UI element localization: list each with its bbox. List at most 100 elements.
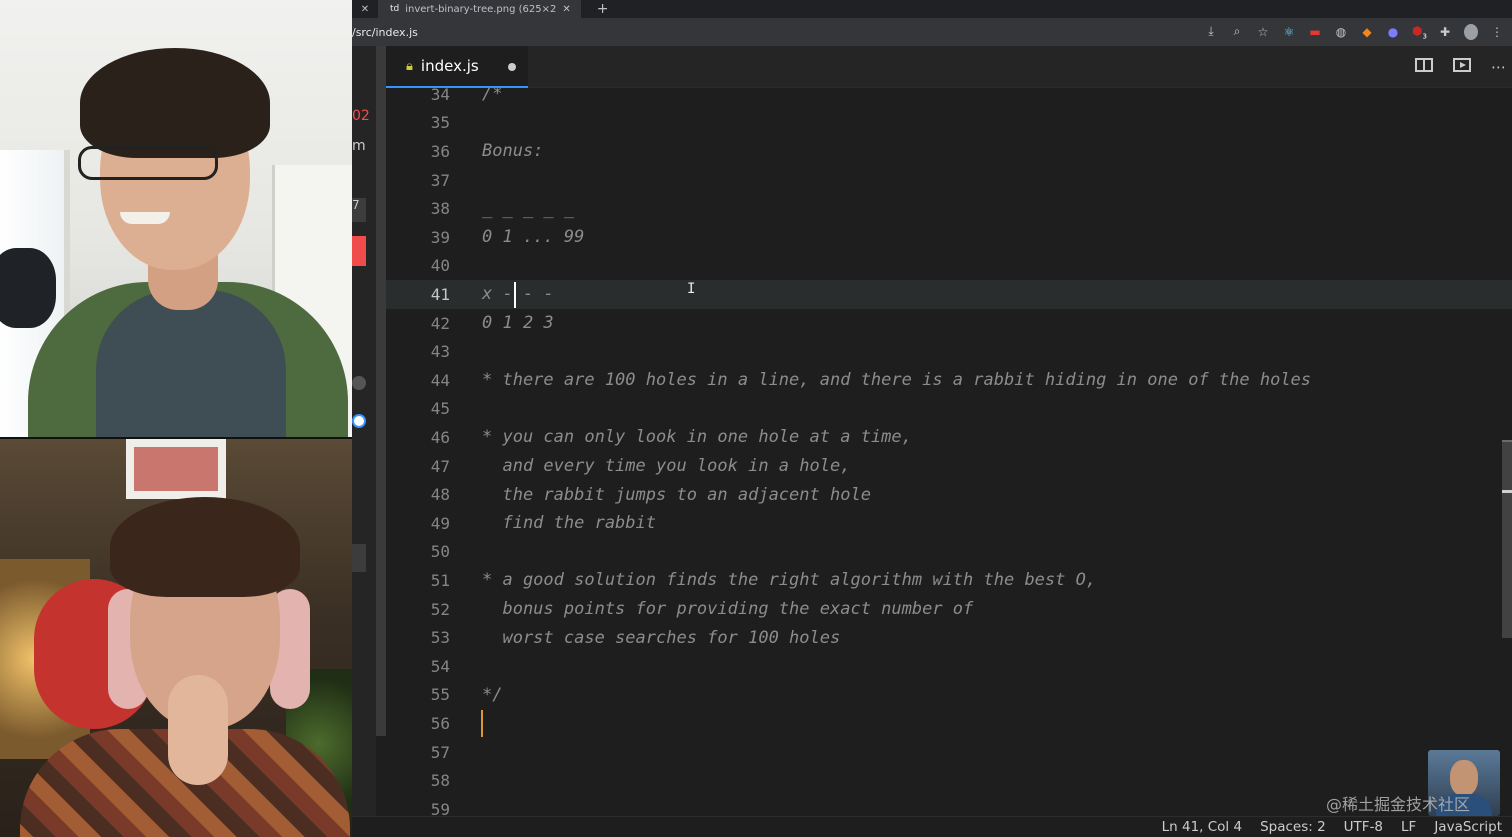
code-text[interactable]: worst case searches for 100 holes [482, 628, 840, 648]
code-text[interactable]: bonus points for providing the exact num… [482, 599, 973, 619]
line-number: 53 [430, 628, 450, 648]
zoom-icon[interactable]: ⌕ [1230, 24, 1244, 39]
secondary-cursor [481, 710, 483, 738]
code-line[interactable]: 42 0 1 2 3 [386, 309, 1512, 338]
kebab-menu-icon[interactable]: ⋮ [1490, 25, 1504, 39]
url-text[interactable]: /src/index.js [352, 26, 418, 39]
code-line[interactable]: 49 find the rabbit [386, 509, 1512, 538]
code-text[interactable]: _ _ _ _ _ [482, 199, 574, 219]
button-fragment[interactable] [352, 544, 366, 572]
line-number: 37 [430, 170, 450, 190]
code-line[interactable]: 41 x - - - [386, 280, 1512, 309]
unsaved-dot-icon[interactable] [508, 63, 516, 71]
code-text[interactable]: and every time you look in a hole, [482, 456, 850, 476]
participant-video-2 [0, 439, 352, 837]
indentation-setting[interactable]: Spaces: 2 [1260, 819, 1326, 835]
ext-circle-icon[interactable]: ◍ [1334, 25, 1348, 39]
code-text[interactable]: x - - - [482, 284, 554, 304]
more-actions-icon[interactable]: ⋯ [1491, 58, 1506, 76]
code-line[interactable]: 37 [386, 166, 1512, 195]
browser-tab-strip: ✕ td invert-binary-tree.png (625×2 ✕ + [352, 0, 1512, 18]
code-line[interactable]: 57 [386, 738, 1512, 767]
code-text[interactable]: find the rabbit [482, 513, 656, 533]
new-tab-icon[interactable]: + [597, 1, 609, 17]
code-line[interactable]: 53 worst case searches for 100 holes [386, 623, 1512, 652]
video-call-panel [0, 0, 352, 837]
code-line[interactable]: 50 [386, 538, 1512, 567]
line-number: 40 [430, 256, 450, 276]
line-number: 50 [430, 542, 450, 562]
close-icon[interactable]: ✕ [562, 4, 570, 15]
line-number: 42 [430, 313, 450, 333]
browser-tab[interactable]: td invert-binary-tree.png (625×2 ✕ [378, 0, 581, 18]
editor-tab-bar: 🔒︎ index.js ⋯ [386, 46, 1512, 88]
file-encoding[interactable]: UTF-8 [1344, 819, 1383, 835]
toggle-fragment[interactable] [352, 376, 366, 390]
code-line[interactable]: 47 and every time you look in a hole, [386, 452, 1512, 481]
code-line[interactable]: 48 the rabbit jumps to an adjacent hole [386, 480, 1512, 509]
line-number: 56 [430, 713, 450, 733]
text-cursor [514, 282, 516, 309]
code-text[interactable]: the rabbit jumps to an adjacent hole [482, 485, 870, 505]
split-editor-icon[interactable] [1415, 58, 1433, 72]
line-number: 44 [430, 370, 450, 390]
code-text[interactable]: */ [482, 685, 502, 705]
metamask-icon[interactable]: ◆ [1360, 25, 1374, 39]
side-panel-fragment: 02 m 7 [352, 46, 376, 816]
code-text[interactable]: 0 1 ... 99 [482, 227, 584, 247]
red-button-fragment[interactable] [352, 236, 366, 266]
participant-video-1 [0, 0, 352, 437]
code-line[interactable]: 46 * you can only look in one hole at a t… [386, 423, 1512, 452]
line-number: 34 [430, 88, 450, 104]
star-icon[interactable]: ☆ [1256, 25, 1270, 39]
code-line[interactable]: 45 [386, 395, 1512, 424]
line-number: 51 [430, 570, 450, 590]
side-scrollbar[interactable] [376, 46, 386, 736]
line-number: 52 [430, 599, 450, 619]
ext-red-icon[interactable]: ▬ [1308, 25, 1322, 39]
download-icon[interactable]: ⤓ [1204, 24, 1218, 39]
code-line[interactable]: 44 * there are 100 holes in a line, and t… [386, 366, 1512, 395]
puzzle-icon[interactable]: ✚ [1438, 25, 1452, 39]
code-line[interactable]: 40 [386, 252, 1512, 281]
code-editor[interactable]: 59 58 57 56 55 */ 54 53 worst case searches for… [386, 88, 1512, 816]
code-line[interactable]: 36 Bonus: [386, 137, 1512, 166]
close-icon[interactable]: ✕ [352, 4, 378, 15]
cursor-position[interactable]: Ln 41, Col 4 [1162, 819, 1242, 835]
code-line[interactable]: 35 [386, 109, 1512, 138]
code-line[interactable]: 39 0 1 ... 99 [386, 223, 1512, 252]
code-line[interactable]: 43 [386, 337, 1512, 366]
tab-index-js[interactable]: 🔒︎ index.js [386, 46, 528, 88]
open-preview-icon[interactable] [1453, 58, 1471, 72]
code-text[interactable]: Bonus: [482, 141, 543, 161]
microphone [0, 248, 56, 328]
radio-fragment[interactable] [352, 414, 366, 428]
end-of-line[interactable]: LF [1401, 819, 1416, 835]
line-number: 43 [430, 342, 450, 362]
line-number: 54 [430, 656, 450, 676]
line-number: 55 [430, 685, 450, 705]
code-line[interactable]: 38 _ _ _ _ _ [386, 194, 1512, 223]
profile-avatar[interactable] [1464, 23, 1478, 40]
code-line[interactable]: 34 /* [386, 88, 1512, 109]
code-text[interactable]: * there are 100 holes in a line, and the… [482, 370, 1311, 390]
ublock-icon[interactable]: ⬢3 [1412, 24, 1427, 40]
address-bar[interactable]: /src/index.js ⤓ ⌕ ☆ ⚛ ▬ ◍ ◆ ● ⬢3 ✚ ⋮ [352, 18, 1512, 46]
watermark: @稀土掘金技术社区 [1326, 795, 1471, 814]
code-line[interactable]: 56 [386, 709, 1512, 738]
editor-scrollbar[interactable] [1502, 440, 1512, 638]
code-text[interactable]: /* [482, 88, 502, 104]
tab-label: index.js [420, 57, 479, 75]
ibeam-cursor-icon: I [687, 281, 696, 297]
language-mode[interactable]: JavaScript [1434, 819, 1502, 835]
code-text[interactable]: 0 1 2 3 [482, 313, 554, 333]
code-line[interactable]: 51 * a good solution finds the right algo… [386, 566, 1512, 595]
code-line[interactable]: 54 [386, 652, 1512, 681]
react-icon[interactable]: ⚛ [1282, 25, 1296, 39]
code-line[interactable]: 55 */ [386, 681, 1512, 710]
code-text[interactable]: * you can only look in one hole at a tim… [482, 427, 912, 447]
code-line[interactable]: 52 bonus points for providing the exact … [386, 595, 1512, 624]
ext-blue-icon[interactable]: ● [1386, 25, 1400, 39]
code-text[interactable]: * a good solution finds the right algori… [482, 570, 1096, 590]
line-number: 41 [430, 284, 450, 304]
